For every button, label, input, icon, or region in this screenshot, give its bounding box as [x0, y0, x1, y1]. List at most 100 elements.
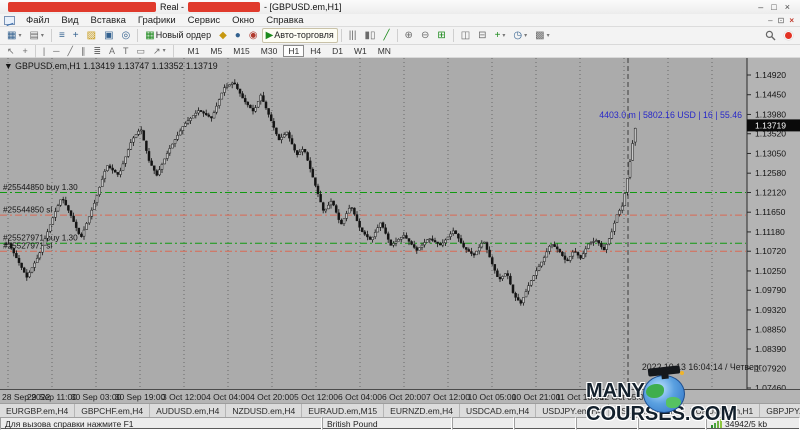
timeframe-m15[interactable]: M15: [228, 45, 255, 57]
time-label: 30 Sep 19:00: [115, 392, 166, 402]
svg-text:1.11180: 1.11180: [755, 227, 785, 237]
child-minimize-button[interactable]: –: [768, 16, 772, 25]
label-icon: T: [123, 47, 129, 56]
arrange-vertical-button[interactable]: ⊟: [474, 28, 490, 43]
indicators-icon: +: [495, 31, 501, 41]
chevron-down-icon: ▾: [502, 33, 505, 39]
price-chart[interactable]: #25544850 buy 1.30#25544850 sl#25527971 …: [0, 58, 800, 389]
time-label: 6 Oct 04:00: [338, 392, 382, 402]
market-watch-button[interactable]: ≡: [55, 28, 69, 43]
market-button[interactable]: ◉: [245, 28, 262, 43]
fibonacci-button[interactable]: ≣: [89, 45, 105, 57]
templates-button[interactable]: ▩▾: [531, 28, 553, 43]
channel-button[interactable]: ∥: [77, 45, 90, 57]
arrange-vertical-icon: ⊟: [478, 31, 486, 41]
data-window-button[interactable]: +: [69, 28, 83, 43]
chart-tab-eurnzd[interactable]: EURNZD.em,H4: [384, 404, 460, 417]
timeframe-mn[interactable]: MN: [373, 45, 396, 57]
svg-text:1.10250: 1.10250: [755, 266, 786, 276]
candlesticks-button[interactable]: ▮▯: [361, 28, 380, 43]
community-button[interactable]: ●: [231, 28, 245, 43]
menu-item-3[interactable]: Вставка: [85, 15, 132, 26]
chart-tab-gbpchf[interactable]: GBPCHF.em,H4: [75, 404, 150, 417]
svg-text:1.13050: 1.13050: [755, 148, 786, 158]
vertical-line-button[interactable]: |: [39, 45, 49, 57]
menu-item-7[interactable]: Справка: [260, 15, 309, 26]
timeframe-m5[interactable]: M5: [205, 45, 227, 57]
shapes-button[interactable]: ▭: [133, 45, 150, 57]
metaeditor-button[interactable]: ◆: [215, 28, 231, 43]
crosshair-button[interactable]: +: [19, 45, 32, 57]
periods-icon: ◷: [513, 31, 522, 41]
market-icon: ◉: [249, 31, 258, 41]
trendline-button[interactable]: ╱: [64, 45, 77, 57]
menu-item-1[interactable]: Файл: [20, 15, 55, 26]
timeframe-h1[interactable]: H1: [283, 45, 304, 57]
close-button[interactable]: ×: [785, 2, 790, 12]
autotrade-button[interactable]: ▶Авто-торговля: [262, 28, 338, 43]
maximize-button[interactable]: □: [771, 2, 776, 12]
chart-tab-eurgbp[interactable]: EURGBP.em,H4: [0, 404, 75, 417]
new-order-button[interactable]: ▦Новый ордер: [141, 28, 215, 43]
cursor-button[interactable]: ↖: [3, 45, 19, 57]
label-button[interactable]: T: [119, 45, 133, 57]
toolbar-separator: [453, 29, 454, 42]
timeframe-d1[interactable]: D1: [327, 45, 348, 57]
navigator-icon: ▨: [87, 31, 96, 41]
chart-tab-nzdusd[interactable]: NZDUSD.em,H4: [226, 404, 302, 417]
menu-item-5[interactable]: Сервис: [182, 15, 227, 26]
bars-chart-icon: |||: [349, 31, 357, 41]
zoom-in-icon: ⊕: [405, 31, 413, 41]
strategy-tester-button[interactable]: ◎: [118, 28, 135, 43]
horizontal-line-button[interactable]: ─: [49, 45, 63, 57]
title-text-suffix: - [GBPUSD.em,H1]: [264, 2, 342, 12]
notification-badge-icon[interactable]: [784, 31, 793, 40]
search-button[interactable]: [761, 28, 780, 43]
toolbar-separator: [35, 45, 36, 58]
child-restore-button[interactable]: ⊡: [778, 16, 785, 25]
text-button[interactable]: A: [105, 45, 119, 57]
chart-tab-euraud[interactable]: EURAUD.em,M15: [302, 404, 384, 417]
timeframe-m1[interactable]: M1: [183, 45, 205, 57]
menu-item-2[interactable]: Вид: [55, 15, 84, 26]
timeframe-m30[interactable]: M30: [256, 45, 283, 57]
zoom-out-button[interactable]: ⊖: [417, 28, 433, 43]
bars-chart-button[interactable]: |||: [345, 28, 361, 43]
time-label: 10 Oct 21:00: [512, 392, 561, 402]
channel-icon: ∥: [81, 47, 86, 56]
time-label: 6 Oct 20:00: [382, 392, 426, 402]
navigator-button[interactable]: ▨: [83, 28, 100, 43]
timeframe-bar: M1M5M15M30H1H4D1W1MN: [183, 45, 396, 57]
profiles-button[interactable]: ▤▾: [25, 28, 47, 43]
periods-button[interactable]: ◷▾: [509, 28, 531, 43]
menu-item-6[interactable]: Окно: [226, 15, 260, 26]
status-help-text: Для вызова справки нажмите F1: [0, 417, 322, 430]
minimize-button[interactable]: –: [758, 2, 763, 12]
fibonacci-icon: ≣: [93, 47, 101, 56]
new-chart-button[interactable]: ▦▾: [3, 28, 25, 43]
chart-area[interactable]: #25544850 buy 1.30#25544850 sl#25527971 …: [0, 58, 800, 389]
svg-text:1.09320: 1.09320: [755, 305, 786, 315]
child-close-button[interactable]: ×: [789, 16, 794, 25]
time-label: 30 Sep 03:00: [71, 392, 122, 402]
timeframe-h4[interactable]: H4: [305, 45, 326, 57]
status-empty-cell: [452, 417, 514, 430]
timeframe-w1[interactable]: W1: [349, 45, 372, 57]
arrange-horizontal-button[interactable]: ◫: [457, 28, 474, 43]
time-label: 7 Oct 12:00: [426, 392, 470, 402]
trendline-icon: ╱: [68, 47, 73, 56]
indicators-button[interactable]: +▾: [491, 28, 510, 43]
chevron-down-icon: ▾: [163, 48, 166, 54]
menu-item-4[interactable]: Графики: [132, 15, 182, 26]
line-chart-button[interactable]: ╱: [380, 28, 394, 43]
terminal-button[interactable]: ▣: [100, 28, 117, 43]
svg-text:#25544850 buy 1.30: #25544850 buy 1.30: [3, 183, 78, 192]
chart-tab-audusd[interactable]: AUDUSD.em,H4: [150, 404, 226, 417]
chart-tab-usdcad[interactable]: USDCAD.em,H4: [460, 404, 536, 417]
zoom-in-button[interactable]: ⊕: [401, 28, 417, 43]
line-chart-icon: ╱: [384, 31, 390, 41]
arrows-button[interactable]: ↗▾: [149, 45, 170, 57]
tile-windows-button[interactable]: ⊞: [433, 28, 449, 43]
time-label: 10 Oct 05:00: [468, 392, 517, 402]
redacted-account-box: [8, 2, 156, 12]
